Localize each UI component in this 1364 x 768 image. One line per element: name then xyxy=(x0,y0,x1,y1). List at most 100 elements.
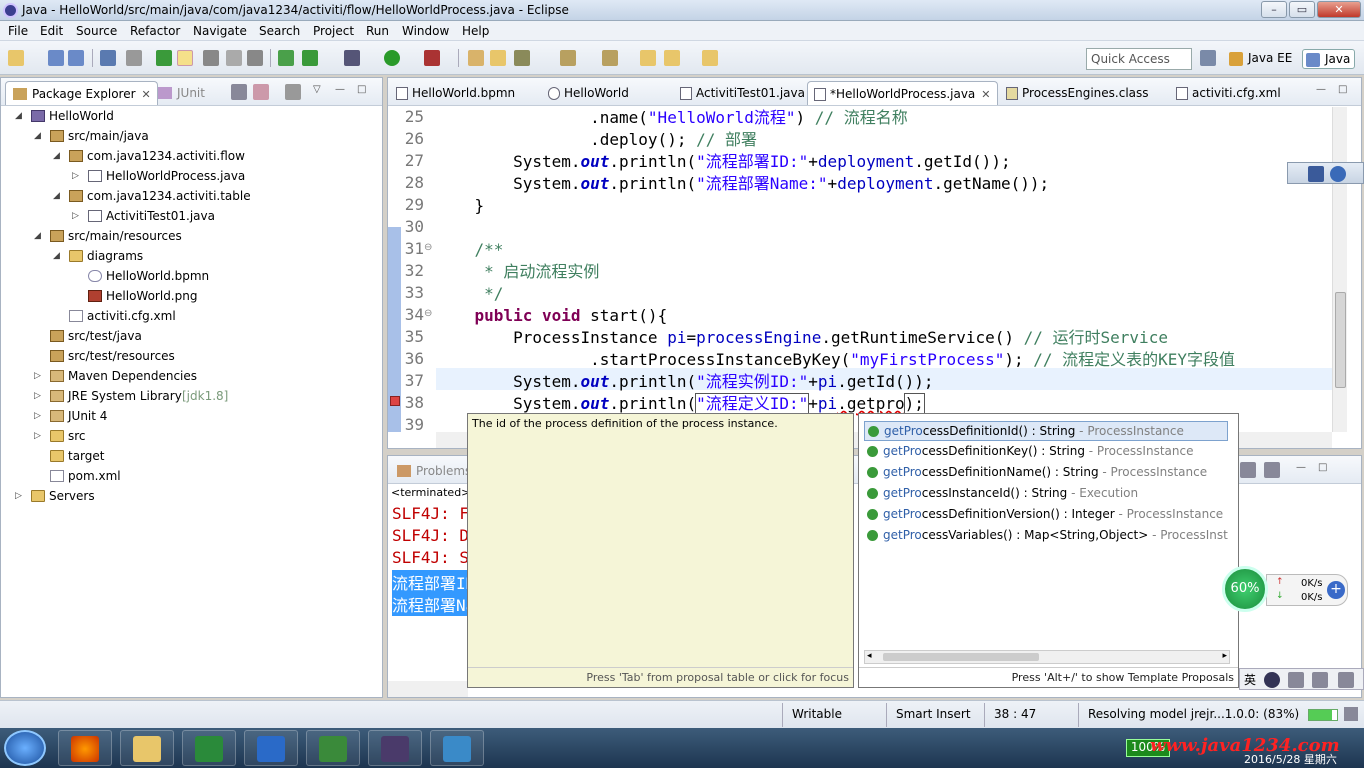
view-menu-icon[interactable]: ▽ xyxy=(313,84,329,100)
scroll-left-icon[interactable]: ◂ xyxy=(867,651,872,661)
settings-icon[interactable] xyxy=(1338,672,1354,688)
proposal-horizontal-scrollbar[interactable]: ◂ ▸ xyxy=(864,650,1230,664)
menu-file[interactable]: File xyxy=(8,24,28,38)
minimize-editor-icon[interactable]: — xyxy=(1316,84,1332,100)
minimize-console-icon[interactable]: — xyxy=(1296,462,1312,478)
tree-twisty-icon[interactable]: ◢ xyxy=(53,146,60,166)
menu-navigate[interactable]: Navigate xyxy=(193,24,247,38)
menu-source[interactable]: Source xyxy=(76,24,117,38)
menu-window[interactable]: Window xyxy=(402,24,449,38)
taskbar-eclipse[interactable] xyxy=(368,730,422,766)
tree-twisty-icon[interactable]: ◢ xyxy=(15,106,22,126)
tree-twisty-icon[interactable]: ▷ xyxy=(34,426,41,446)
perspective-java[interactable]: Java xyxy=(1302,49,1356,69)
refresh-icon[interactable] xyxy=(302,50,318,66)
maximize-view-icon[interactable]: □ xyxy=(357,84,373,100)
tab-activiti-cfg-xml[interactable]: activiti.cfg.xml xyxy=(1170,81,1287,105)
tree-twisty-icon[interactable]: ▷ xyxy=(15,486,22,506)
progress-view-icon[interactable] xyxy=(1344,707,1358,721)
mark-occurrences-icon[interactable] xyxy=(177,50,193,66)
start-button-icon[interactable] xyxy=(4,730,46,766)
link-with-editor-icon[interactable] xyxy=(253,84,269,100)
minimize-view-icon[interactable]: — xyxy=(335,84,351,100)
forward-icon[interactable] xyxy=(702,50,718,66)
menu-edit[interactable]: Edit xyxy=(40,24,63,38)
debug-run-icon[interactable] xyxy=(344,50,360,66)
toggle-icon[interactable] xyxy=(126,50,142,66)
focus-icon[interactable] xyxy=(285,84,301,100)
save-all-icon[interactable] xyxy=(68,50,84,66)
keyboard-icon[interactable] xyxy=(1312,672,1328,688)
print-icon[interactable] xyxy=(100,50,116,66)
fold-toggle-icon[interactable]: ⊖ xyxy=(424,242,432,253)
tree-twisty-icon[interactable]: ▷ xyxy=(34,386,41,406)
proposal-item[interactable]: getProcessInstanceId() : String - Execut… xyxy=(864,484,1228,504)
proposal-item[interactable]: getProcessDefinitionKey() : String - Pro… xyxy=(864,442,1228,462)
taskbar-camtasia[interactable] xyxy=(182,730,236,766)
tree-twisty-icon[interactable]: ◢ xyxy=(53,246,60,266)
moon-icon[interactable] xyxy=(1264,672,1280,688)
taskbar-browser[interactable] xyxy=(58,730,112,766)
tab-problems[interactable]: Problems xyxy=(390,459,477,483)
menu-help[interactable]: Help xyxy=(462,24,489,38)
tab-helloworldprocess[interactable]: *HelloWorldProcess.java ✕ xyxy=(807,81,998,105)
proposal-item[interactable]: getProcessVariables() : Map<String,Objec… xyxy=(864,526,1228,546)
proposal-item[interactable]: getProcessDefinitionId() : String - Proc… xyxy=(864,421,1228,441)
tree-twisty-icon[interactable]: ▷ xyxy=(34,406,41,426)
taskbar-date[interactable]: 2016/5/28 星期六 xyxy=(1244,751,1337,767)
tab-junit[interactable]: JUnit xyxy=(151,81,211,105)
collapse-all-icon[interactable] xyxy=(231,84,247,100)
save-icon[interactable] xyxy=(48,50,64,66)
console-horizontal-scrollbar[interactable] xyxy=(388,681,468,697)
editor-vertical-scrollbar[interactable] xyxy=(1332,107,1347,432)
perspective-java-ee[interactable]: Java EE xyxy=(1226,49,1296,69)
menu-refactor[interactable]: Refactor xyxy=(130,24,180,38)
menu-run[interactable]: Run xyxy=(366,24,389,38)
run-icon[interactable] xyxy=(384,50,400,66)
next-annotation-icon[interactable] xyxy=(560,50,576,66)
pilcrow-icon[interactable] xyxy=(247,50,263,66)
block-select-icon[interactable] xyxy=(203,50,219,66)
tree-twisty-icon[interactable]: ◢ xyxy=(53,186,60,206)
console-display-icon[interactable] xyxy=(1264,462,1280,478)
taskbar-app[interactable] xyxy=(430,730,484,766)
close-button[interactable]: ✕ xyxy=(1317,1,1361,18)
tab-activititest01[interactable]: ActivitiTest01.java xyxy=(674,81,811,105)
close-icon[interactable]: ✕ xyxy=(142,88,151,101)
proposal-item[interactable]: getProcessDefinitionVersion() : Integer … xyxy=(864,505,1228,525)
debug-icon[interactable] xyxy=(156,50,172,66)
back-icon[interactable] xyxy=(664,50,680,66)
search-icon[interactable] xyxy=(514,50,530,66)
punctuation-icon[interactable] xyxy=(1288,672,1304,688)
taskbar-explorer[interactable] xyxy=(120,730,174,766)
tab-processengines-class[interactable]: ProcessEngines.class xyxy=(1000,81,1155,105)
tree-twisty-icon[interactable]: ▷ xyxy=(72,206,79,226)
taskbar-camtasia-2[interactable] xyxy=(306,730,360,766)
console-open-icon[interactable] xyxy=(1240,462,1256,478)
show-whitespace-icon[interactable] xyxy=(226,50,242,66)
mini-toolbar-icon[interactable] xyxy=(1308,166,1324,182)
open-type-icon[interactable] xyxy=(490,50,506,66)
close-icon[interactable]: ✕ xyxy=(981,88,990,101)
tab-helloworld-diagram[interactable]: HelloWorld xyxy=(542,81,635,105)
minimize-button[interactable]: – xyxy=(1261,1,1287,18)
maximize-button[interactable]: ▭ xyxy=(1289,1,1315,18)
last-edit-icon[interactable] xyxy=(640,50,656,66)
tree-twisty-icon[interactable]: ◢ xyxy=(34,226,41,246)
menu-project[interactable]: Project xyxy=(313,24,354,38)
tree-twisty-icon[interactable]: ◢ xyxy=(34,126,41,146)
help-icon[interactable] xyxy=(1330,166,1346,182)
scroll-thumb[interactable] xyxy=(1335,292,1346,388)
tree-twisty-icon[interactable]: ▷ xyxy=(72,166,79,186)
input-method-label[interactable]: 英 xyxy=(1244,671,1256,688)
scroll-right-icon[interactable]: ▸ xyxy=(1222,651,1227,661)
external-tools-icon[interactable] xyxy=(424,50,440,66)
new-icon[interactable] xyxy=(8,50,24,66)
prev-annotation-icon[interactable] xyxy=(602,50,618,66)
tree-twisty-icon[interactable]: ▷ xyxy=(34,366,41,386)
tab-helloworld-bpmn[interactable]: HelloWorld.bpmn xyxy=(390,81,521,105)
server-icon[interactable] xyxy=(278,50,294,66)
tab-package-explorer[interactable]: Package Explorer ✕ xyxy=(5,81,158,105)
proposal-item[interactable]: getProcessDefinitionName() : String - Pr… xyxy=(864,463,1228,483)
menu-search[interactable]: Search xyxy=(259,24,300,38)
